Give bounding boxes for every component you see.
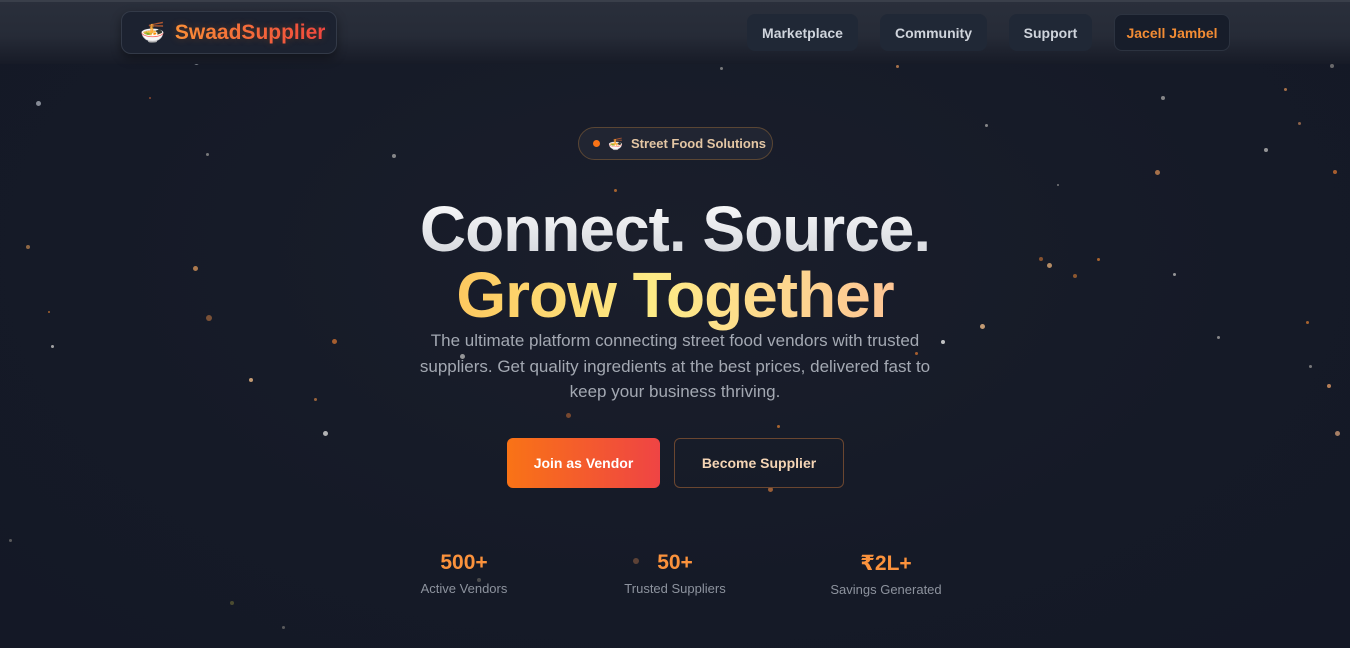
hero-subtitle: The ultimate platform connecting street … (419, 331, 931, 401)
particle-dot (776, 424, 780, 428)
particle-dot (1308, 364, 1312, 368)
hero-badge: 🍜 Street Food Solutions (578, 127, 773, 160)
stat-value: 500+ (440, 551, 488, 574)
become-supplier-button[interactable]: Become Supplier (674, 438, 844, 488)
hero-title-line1: Connect. Source. (0, 192, 1350, 266)
particle-dot (1161, 96, 1165, 100)
particle-dot (230, 601, 234, 605)
particle-dot (719, 66, 723, 70)
stat-label: Savings Generated (830, 582, 942, 597)
particle-dot (249, 378, 253, 382)
hero-title-line2: Grow Together (0, 258, 1350, 332)
particle-dot (50, 344, 54, 348)
particle-dot (331, 338, 337, 344)
noodle-bowl-icon: 🍜 (140, 22, 165, 44)
particle-dot (281, 625, 285, 629)
hero-badge-label: Street Food Solutions (630, 136, 767, 151)
particle-dot (1334, 430, 1340, 436)
particle-dot (1330, 64, 1334, 68)
particle-dot (8, 538, 12, 542)
stat-label: Trusted Suppliers (624, 581, 726, 596)
join-as-vendor-button[interactable]: Join as Vendor (507, 438, 660, 488)
stat-label: Active Vendors (420, 581, 508, 596)
particle-dot (1057, 184, 1059, 186)
brand-logo[interactable]: 🍜 SwaadSupplier (121, 11, 337, 54)
particle-dot (205, 152, 209, 156)
top-nav: 🍜 SwaadSupplier Marketplace Community Su… (0, 0, 1350, 64)
nav-marketplace[interactable]: Marketplace (747, 14, 858, 51)
particle-dot (1216, 335, 1220, 339)
particle-dot (392, 154, 396, 158)
stat-value: 50+ (657, 551, 693, 574)
stat-trusted-suppliers: 50+ Trusted Suppliers (575, 551, 775, 596)
status-dot-icon (593, 140, 600, 147)
stat-savings-generated: ₹2L+ Savings Generated (786, 551, 986, 597)
nav-community[interactable]: Community (880, 14, 987, 51)
particle-dot (322, 430, 328, 436)
brand-name: SwaadSupplier (174, 20, 326, 44)
particle-dot (1264, 148, 1268, 152)
noodle-bowl-icon: 🍜 (608, 136, 623, 151)
particle-dot (1333, 170, 1337, 174)
particle-dot (313, 397, 317, 401)
particle-dot (1327, 384, 1331, 388)
particle-dot (895, 64, 899, 68)
particle-dot (984, 123, 988, 127)
stat-value: ₹2L+ (860, 552, 912, 575)
particle-dot (35, 100, 41, 106)
stat-active-vendors: 500+ Active Vendors (364, 551, 564, 596)
user-menu-button[interactable]: Jacell Jambel (1114, 14, 1230, 51)
particle-dot (1283, 87, 1287, 91)
nav-support[interactable]: Support (1009, 14, 1092, 51)
hero-title-gradient-text: Grow Together (456, 259, 894, 331)
particle-dot (149, 97, 151, 99)
particle-dot (1297, 121, 1301, 125)
particle-dot (565, 412, 571, 418)
particle-dot (1154, 169, 1160, 175)
